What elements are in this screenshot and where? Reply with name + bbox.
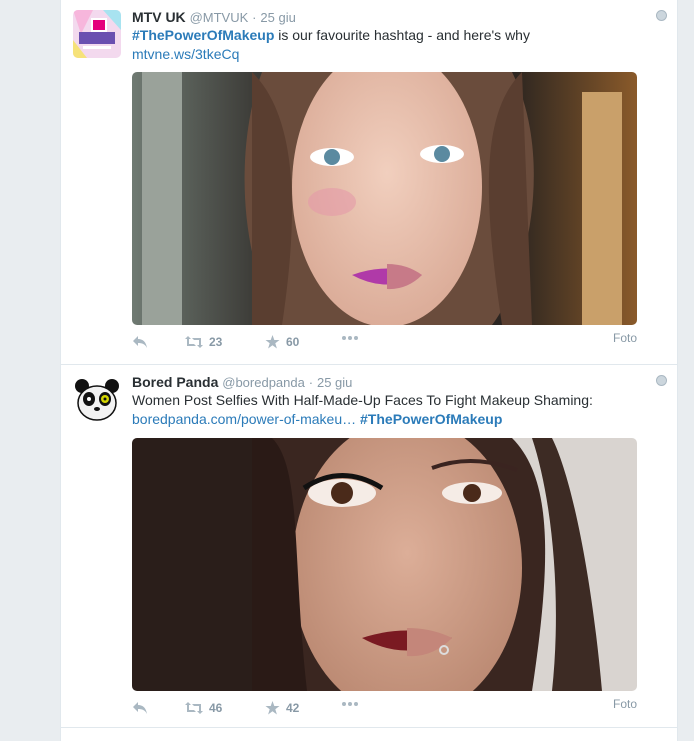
- tweet-header: MTV UK @MTVUK · 25 giu: [132, 8, 296, 27]
- url-link[interactable]: boredpanda.com/power-of-makeu…: [132, 411, 356, 427]
- tweet-body: Women Post Selfies With Half-Made-Up Fac…: [132, 392, 593, 408]
- retweet-button[interactable]: 23: [185, 335, 222, 349]
- author-name[interactable]: Bored Panda: [132, 374, 218, 390]
- avatar[interactable]: [73, 375, 121, 423]
- globe-icon: [656, 10, 667, 21]
- tweet[interactable]: Bored Panda @boredpanda · 25 giu Women P…: [61, 365, 677, 728]
- hashtag-link[interactable]: #ThePowerOfMakeup: [360, 411, 502, 427]
- reply-button[interactable]: [132, 335, 148, 349]
- tweet-body: is our favourite hashtag - and here's wh…: [274, 27, 530, 43]
- favorite-count: 42: [286, 701, 300, 715]
- timestamp[interactable]: 25 giu: [260, 10, 295, 25]
- separator: ·: [308, 375, 314, 390]
- tweet-text: Women Post Selfies With Half-Made-Up Fac…: [132, 391, 652, 429]
- tweet-photo[interactable]: [132, 438, 637, 691]
- more-icon: [342, 702, 358, 706]
- panda-avatar-image: [73, 375, 121, 423]
- media-label: Foto: [612, 697, 637, 711]
- tweet-photo[interactable]: [132, 72, 637, 325]
- hashtag-link[interactable]: #ThePowerOfMakeup: [132, 27, 274, 43]
- favorite-button[interactable]: 42: [265, 701, 299, 715]
- retweet-button[interactable]: 46: [185, 701, 222, 715]
- tweet-actions: 23 60: [132, 335, 652, 355]
- globe-icon: [656, 375, 667, 386]
- more-button[interactable]: [341, 701, 359, 707]
- tweet-header: Bored Panda @boredpanda · 25 giu: [132, 373, 352, 392]
- reply-icon: [133, 336, 147, 348]
- tweet-actions: 46 42: [132, 701, 652, 721]
- timeline: MTV UK @MTVUK · 25 giu #ThePowerOfMakeup…: [60, 0, 678, 741]
- tweet[interactable]: MTV UK @MTVUK · 25 giu #ThePowerOfMakeup…: [61, 0, 677, 365]
- retweet-count: 46: [209, 701, 223, 715]
- reply-button[interactable]: [132, 701, 148, 715]
- retweet-icon: [185, 336, 203, 348]
- favorite-button[interactable]: 60: [265, 335, 299, 349]
- author-handle[interactable]: @boredpanda: [222, 375, 305, 390]
- media-label: Foto: [612, 331, 637, 345]
- separator: ·: [252, 10, 257, 25]
- photo-half-makeup-face-2: [132, 438, 637, 691]
- author-handle[interactable]: @MTVUK: [190, 10, 249, 25]
- url-link[interactable]: mtvne.ws/3tkeCq: [132, 46, 239, 62]
- author-name[interactable]: MTV UK: [132, 9, 186, 25]
- retweet-count: 23: [209, 335, 223, 349]
- star-icon: [265, 701, 280, 715]
- more-button[interactable]: [341, 335, 359, 341]
- photo-half-makeup-face-1: [132, 72, 637, 325]
- mtv-avatar-image: [73, 10, 121, 58]
- reply-icon: [133, 702, 147, 714]
- star-icon: [265, 335, 280, 349]
- tweet-text: #ThePowerOfMakeup is our favourite hasht…: [132, 26, 652, 64]
- more-icon: [342, 336, 358, 340]
- retweet-icon: [185, 702, 203, 714]
- favorite-count: 60: [286, 335, 300, 349]
- avatar[interactable]: [73, 10, 121, 58]
- timestamp[interactable]: 25 giu: [317, 375, 352, 390]
